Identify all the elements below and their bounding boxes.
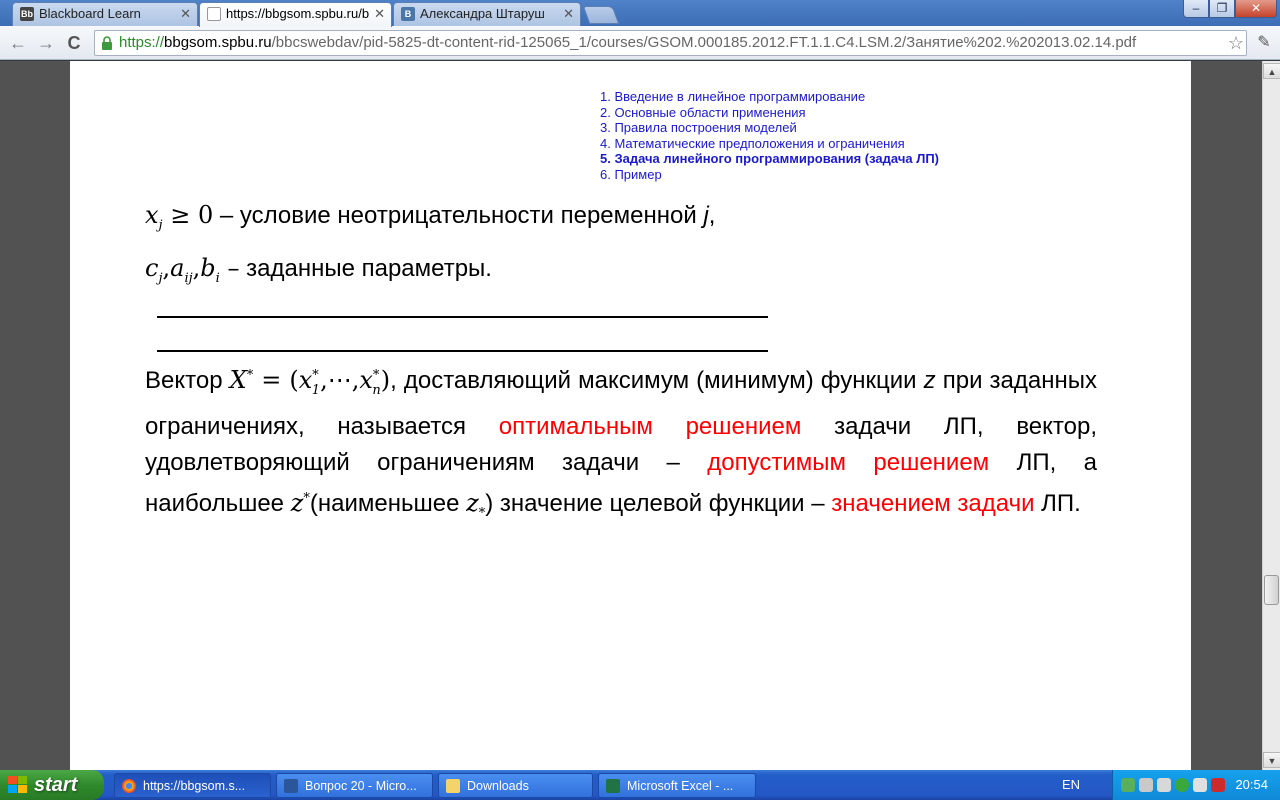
vk-favicon-icon: В bbox=[401, 7, 415, 21]
pdf-viewport: 1. Введение в линейное программирование … bbox=[0, 61, 1262, 770]
browser-tab-strip: Bb Blackboard Learn ✕ https://bbgsom.spb… bbox=[0, 0, 1280, 27]
toc-item[interactable]: 1. Введение в линейное программирование bbox=[600, 89, 939, 105]
toc-item[interactable]: 2. Основные области применения bbox=[600, 105, 939, 121]
clock[interactable]: 20:54 bbox=[1235, 777, 1268, 792]
vertical-scrollbar[interactable]: ▲ ▼ bbox=[1262, 61, 1280, 770]
wrench-menu-icon[interactable]: ✎ bbox=[1253, 32, 1275, 54]
toc-item[interactable]: 4. Математические предположения и ограни… bbox=[600, 136, 939, 152]
toc-item[interactable]: 6. Пример bbox=[600, 167, 939, 183]
tab-vk-profile[interactable]: В Александра Штаруш ✕ bbox=[393, 2, 581, 26]
toc-item[interactable]: 3. Правила построения моделей bbox=[600, 120, 939, 136]
safely-remove-icon[interactable] bbox=[1121, 778, 1135, 792]
divider-line bbox=[157, 316, 768, 318]
math-vector-x: X* = (x*1,⋯,x*n) bbox=[229, 366, 391, 398]
taskbar-item-word[interactable]: Вопрос 20 - Micro... bbox=[276, 773, 433, 798]
window-minimize-button[interactable]: – bbox=[1183, 0, 1209, 18]
browser-toolbar: ← → C https://bbgsom.spbu.ru/bbcswebdav/… bbox=[0, 26, 1280, 60]
word-icon bbox=[284, 779, 298, 793]
nonnegativity-text: – условие неотрицательности переменной bbox=[213, 202, 704, 229]
tab-close-icon[interactable]: ✕ bbox=[374, 3, 385, 25]
address-bar[interactable]: https://bbgsom.spbu.ru/bbcswebdav/pid-58… bbox=[94, 30, 1247, 56]
antivirus-icon[interactable] bbox=[1193, 778, 1207, 792]
slide-toc: 1. Введение в линейное программирование … bbox=[600, 89, 939, 182]
divider-line bbox=[157, 350, 768, 352]
skype-icon[interactable] bbox=[1175, 778, 1189, 792]
forward-arrow-icon[interactable]: → bbox=[34, 31, 58, 55]
term-feasible-solution: допустимым решением bbox=[707, 448, 990, 476]
url-path: /bbcswebdav/pid-5825-dt-content-rid-1250… bbox=[271, 34, 1137, 51]
reload-icon[interactable]: C bbox=[62, 31, 86, 55]
volume-icon[interactable] bbox=[1157, 778, 1171, 792]
system-tray: 20:54 bbox=[1112, 770, 1280, 800]
url-host: bbgsom.spbu.ru bbox=[164, 34, 272, 51]
term-problem-value: значением задачи bbox=[831, 489, 1035, 517]
scroll-down-icon[interactable]: ▼ bbox=[1263, 752, 1280, 768]
url-scheme: https:// bbox=[119, 34, 165, 51]
page-favicon-icon bbox=[207, 7, 221, 21]
toc-item-current[interactable]: 5. Задача линейного программирования (за… bbox=[600, 151, 939, 167]
taskbar-item-chrome[interactable]: https://bbgsom.s... bbox=[114, 773, 271, 798]
window-close-button[interactable]: ✕ bbox=[1235, 0, 1277, 18]
windows-taskbar: start https://bbgsom.s... Вопрос 20 - Mi… bbox=[0, 770, 1280, 800]
tab-label: https://bbgsom.spbu.ru/b bbox=[226, 6, 370, 21]
language-indicator[interactable]: EN bbox=[1062, 777, 1080, 792]
term-optimal-solution: оптимальным решением bbox=[498, 412, 802, 440]
window-maximize-button[interactable]: ❐ bbox=[1209, 0, 1235, 18]
folder-icon bbox=[446, 779, 460, 793]
blackboard-favicon-icon: Bb bbox=[20, 7, 34, 21]
pdf-page: 1. Введение в линейное программирование … bbox=[70, 61, 1191, 770]
excel-icon bbox=[606, 779, 620, 793]
scroll-up-icon[interactable]: ▲ bbox=[1263, 63, 1280, 79]
definition-paragraph: Вектор X* = (x*1,⋯,x*n), доставляющий ма… bbox=[145, 366, 1098, 521]
network-icon[interactable] bbox=[1139, 778, 1153, 792]
scroll-thumb[interactable] bbox=[1264, 575, 1279, 605]
parameters-line: cj,aij,bi – заданные параметры. bbox=[145, 254, 492, 286]
parameters-text: заданные параметры. bbox=[239, 255, 492, 282]
tab-pdf-document[interactable]: https://bbgsom.spbu.ru/b ✕ bbox=[199, 2, 392, 27]
taskbar-item-excel[interactable]: Microsoft Excel - ... bbox=[598, 773, 756, 798]
nonnegativity-line: xj ≥ 0 – условие неотрицательности перем… bbox=[145, 201, 716, 233]
chrome-icon bbox=[122, 779, 136, 793]
math-xj: xj ≥ 0 bbox=[145, 201, 214, 233]
bookmark-star-icon[interactable]: ☆ bbox=[1228, 31, 1244, 55]
math-params: cj,aij,bi – bbox=[145, 254, 240, 286]
back-arrow-icon[interactable]: ← bbox=[6, 31, 30, 55]
taskbar-item-downloads[interactable]: Downloads bbox=[438, 773, 593, 798]
tab-close-icon[interactable]: ✕ bbox=[180, 3, 191, 25]
tab-blackboard-learn[interactable]: Bb Blackboard Learn ✕ bbox=[12, 2, 198, 26]
new-tab-button[interactable] bbox=[582, 6, 620, 24]
tab-label: Александра Штаруш bbox=[420, 6, 545, 21]
start-button[interactable]: start bbox=[0, 770, 104, 800]
tab-close-icon[interactable]: ✕ bbox=[563, 3, 574, 25]
tab-label: Blackboard Learn bbox=[39, 6, 141, 21]
lock-icon bbox=[102, 36, 112, 50]
security-shield-icon[interactable] bbox=[1211, 778, 1225, 792]
windows-logo-icon bbox=[8, 776, 27, 793]
